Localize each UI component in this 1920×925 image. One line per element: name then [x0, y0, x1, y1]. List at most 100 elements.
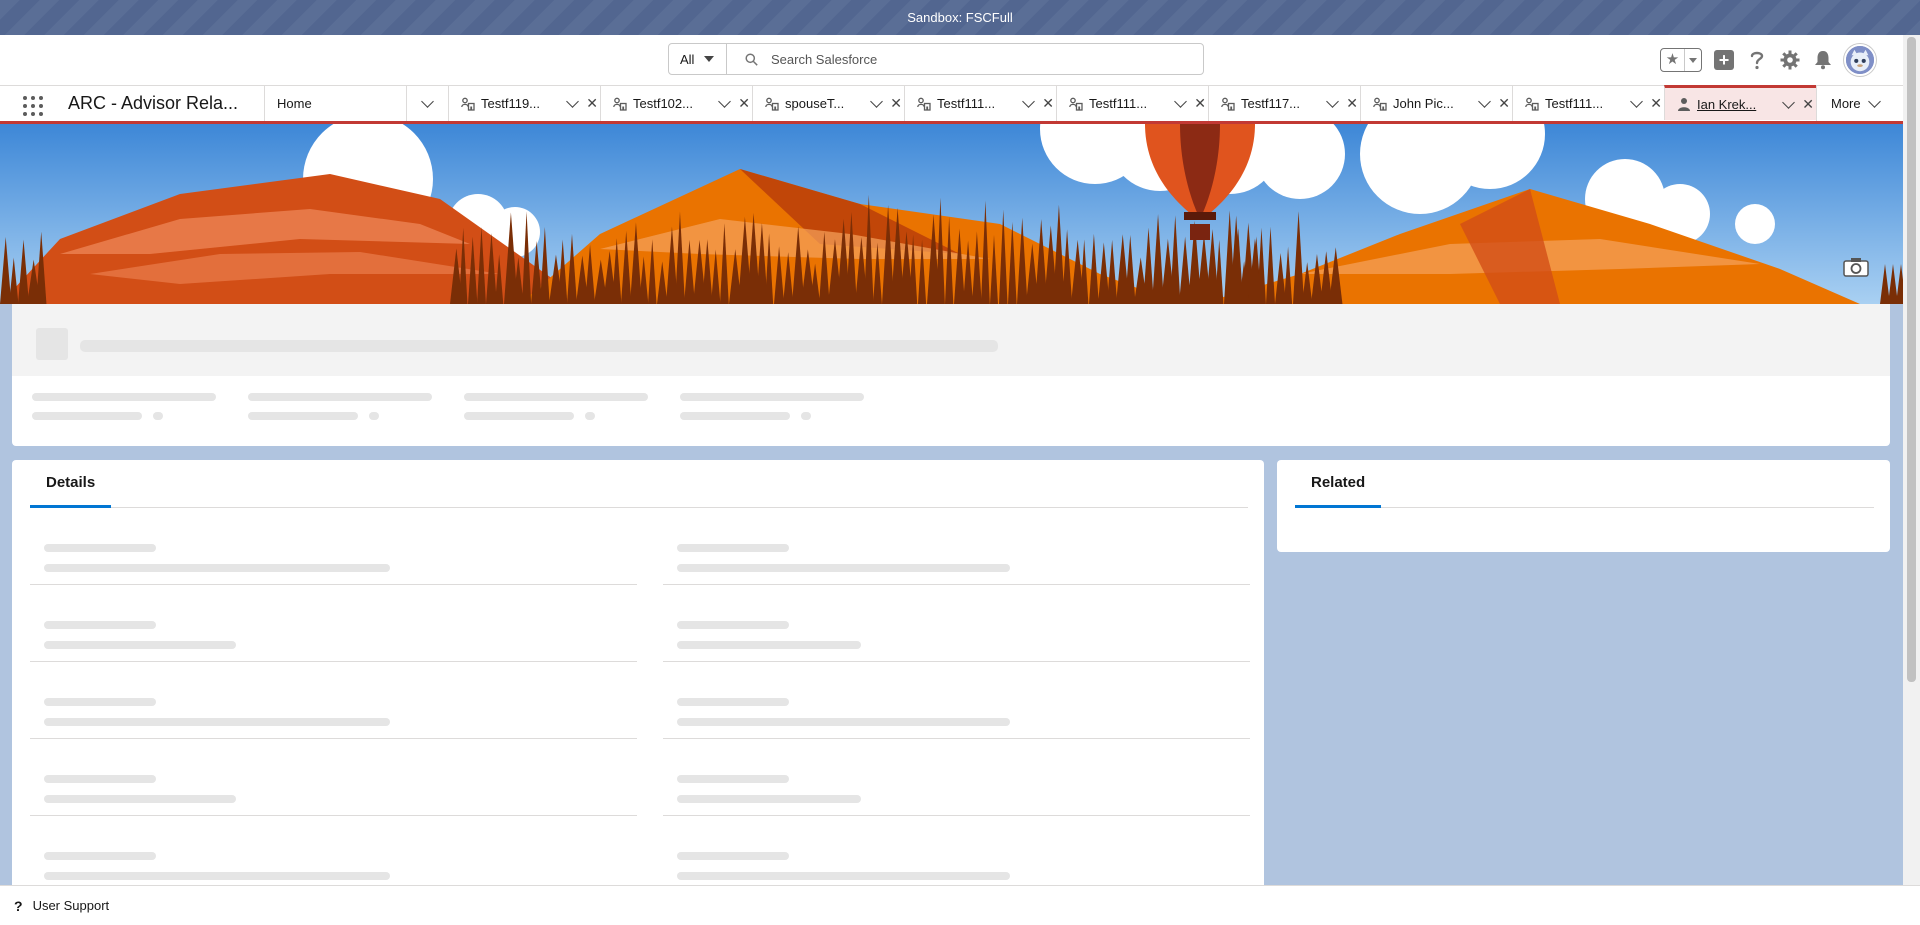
favorites-dropdown[interactable] — [1685, 57, 1701, 63]
camera-icon[interactable] — [1843, 257, 1869, 277]
placeholder-field-label — [248, 393, 432, 401]
details-card: Details — [12, 460, 1264, 893]
search-input[interactable]: Search Salesforce — [726, 43, 1204, 75]
placeholder-field-value — [677, 795, 861, 803]
related-card: Related — [1277, 460, 1890, 552]
workspace-tab[interactable]: Testf119... ✕ — [448, 86, 600, 121]
workspace-tab[interactable]: Testf111... ✕ — [1512, 86, 1664, 121]
tab-details[interactable]: Details — [30, 460, 112, 508]
close-icon[interactable]: ✕ — [1496, 95, 1512, 112]
chevron-down-icon — [565, 95, 579, 108]
tab-actions-dropdown[interactable] — [1020, 95, 1036, 108]
chevron-down-icon — [869, 95, 883, 108]
chevron-down-icon — [717, 95, 731, 108]
tab-actions-dropdown[interactable] — [1628, 95, 1644, 108]
chevron-down-icon — [1867, 95, 1881, 108]
workspace-tab[interactable]: Testf102... ✕ — [600, 86, 752, 121]
tab-actions-dropdown[interactable] — [1476, 95, 1492, 108]
header-actions: ★ + — [1660, 44, 1876, 76]
close-icon[interactable]: ✕ — [888, 95, 904, 112]
placeholder-field-value — [677, 641, 861, 649]
close-icon[interactable]: ✕ — [1040, 95, 1056, 112]
placeholder-field-value — [677, 872, 1010, 880]
astro-avatar-icon — [1846, 46, 1874, 74]
placeholder-dot — [369, 412, 379, 420]
search-placeholder: Search Salesforce — [771, 51, 878, 67]
global-actions-button[interactable]: + — [1713, 49, 1735, 71]
tab-actions-dropdown[interactable] — [1780, 95, 1796, 109]
tab-actions-dropdown[interactable] — [868, 95, 884, 108]
add-icon: + — [1714, 50, 1734, 70]
close-icon[interactable]: ✕ — [1800, 96, 1816, 113]
chevron-down-icon — [1021, 95, 1035, 108]
chevron-down-icon — [1325, 95, 1339, 108]
placeholder-dot — [801, 412, 811, 420]
chevron-down-icon — [1173, 95, 1187, 108]
user-avatar[interactable] — [1844, 44, 1876, 76]
close-icon[interactable]: ✕ — [1192, 95, 1208, 112]
profile-banner-image — [0, 124, 1903, 304]
close-icon[interactable]: ✕ — [1344, 95, 1360, 112]
placeholder-dot — [153, 412, 163, 420]
more-tabs-button[interactable]: More — [1816, 86, 1903, 121]
workspace-tab[interactable]: John Pic... ✕ — [1360, 86, 1512, 121]
household-icon — [917, 97, 931, 111]
highlights-header — [12, 304, 1890, 376]
nav-home-label: Home — [277, 96, 312, 111]
page-scrollbar[interactable] — [1903, 35, 1920, 885]
tab-label: Testf111... — [1545, 96, 1604, 111]
chevron-down-icon — [1629, 95, 1643, 108]
tab-related-label: Related — [1311, 474, 1366, 491]
chevron-down-icon — [1477, 95, 1491, 108]
tab-label: Testf119... — [481, 96, 541, 111]
nav-menu-dropdown[interactable] — [406, 86, 448, 121]
workspace-tab[interactable]: spouseT... ✕ — [752, 86, 904, 121]
close-icon[interactable]: ✕ — [584, 95, 600, 112]
placeholder-field-value — [677, 564, 1010, 572]
help-button[interactable] — [1746, 49, 1768, 71]
tab-actions-dropdown[interactable] — [1172, 95, 1188, 108]
tab-actions-dropdown[interactable] — [716, 95, 732, 108]
household-icon — [613, 97, 627, 111]
placeholder-field-label — [44, 852, 156, 860]
workspace-tab[interactable]: Testf111... ✕ — [1056, 86, 1208, 121]
tab-label: Testf117... — [1241, 96, 1301, 111]
tab-actions-dropdown[interactable] — [1324, 95, 1340, 108]
placeholder-field-label — [677, 621, 789, 629]
related-tabset: Related — [1295, 460, 1874, 508]
tab-actions-dropdown[interactable] — [564, 95, 580, 108]
tab-label: spouseT... — [785, 96, 845, 111]
notifications-button[interactable] — [1812, 49, 1834, 71]
placeholder-field-label — [32, 393, 216, 401]
person-icon — [1678, 98, 1690, 111]
close-icon[interactable]: ✕ — [736, 95, 752, 112]
tab-label: Testf111... — [1089, 96, 1148, 111]
close-icon[interactable]: ✕ — [1648, 95, 1664, 112]
placeholder-field-label — [677, 775, 789, 783]
placeholder-title — [80, 340, 998, 352]
household-icon — [1069, 97, 1083, 111]
help-icon — [1750, 51, 1764, 70]
sandbox-label: Sandbox: FSCFull — [907, 10, 1013, 25]
user-support-button[interactable]: User Support — [33, 898, 110, 913]
household-icon — [461, 97, 475, 111]
chevron-down-icon — [1781, 95, 1795, 109]
app-launcher-button[interactable] — [22, 95, 44, 117]
setup-button[interactable] — [1779, 49, 1801, 71]
workspace-tab[interactable]: Ian Krek... ✕ — [1664, 85, 1816, 120]
landscape-illustration — [0, 124, 1903, 304]
tab-related[interactable]: Related — [1295, 460, 1382, 508]
household-icon — [1525, 97, 1539, 111]
record-highlights-panel — [12, 304, 1890, 446]
search-scope-select[interactable]: All — [668, 43, 727, 75]
favorites-button[interactable]: ★ — [1660, 48, 1702, 72]
placeholder-field-value — [248, 412, 358, 420]
workspace-tab[interactable]: Testf117... ✕ — [1208, 86, 1360, 121]
placeholder-icon — [36, 328, 68, 360]
workspace-tab[interactable]: Testf111... ✕ — [904, 86, 1056, 121]
placeholder-field-label — [44, 775, 156, 783]
chevron-down-icon — [704, 56, 715, 62]
placeholder-field-value — [677, 718, 1010, 726]
nav-item-home[interactable]: Home — [264, 86, 406, 121]
scrollbar-thumb[interactable] — [1907, 37, 1916, 682]
